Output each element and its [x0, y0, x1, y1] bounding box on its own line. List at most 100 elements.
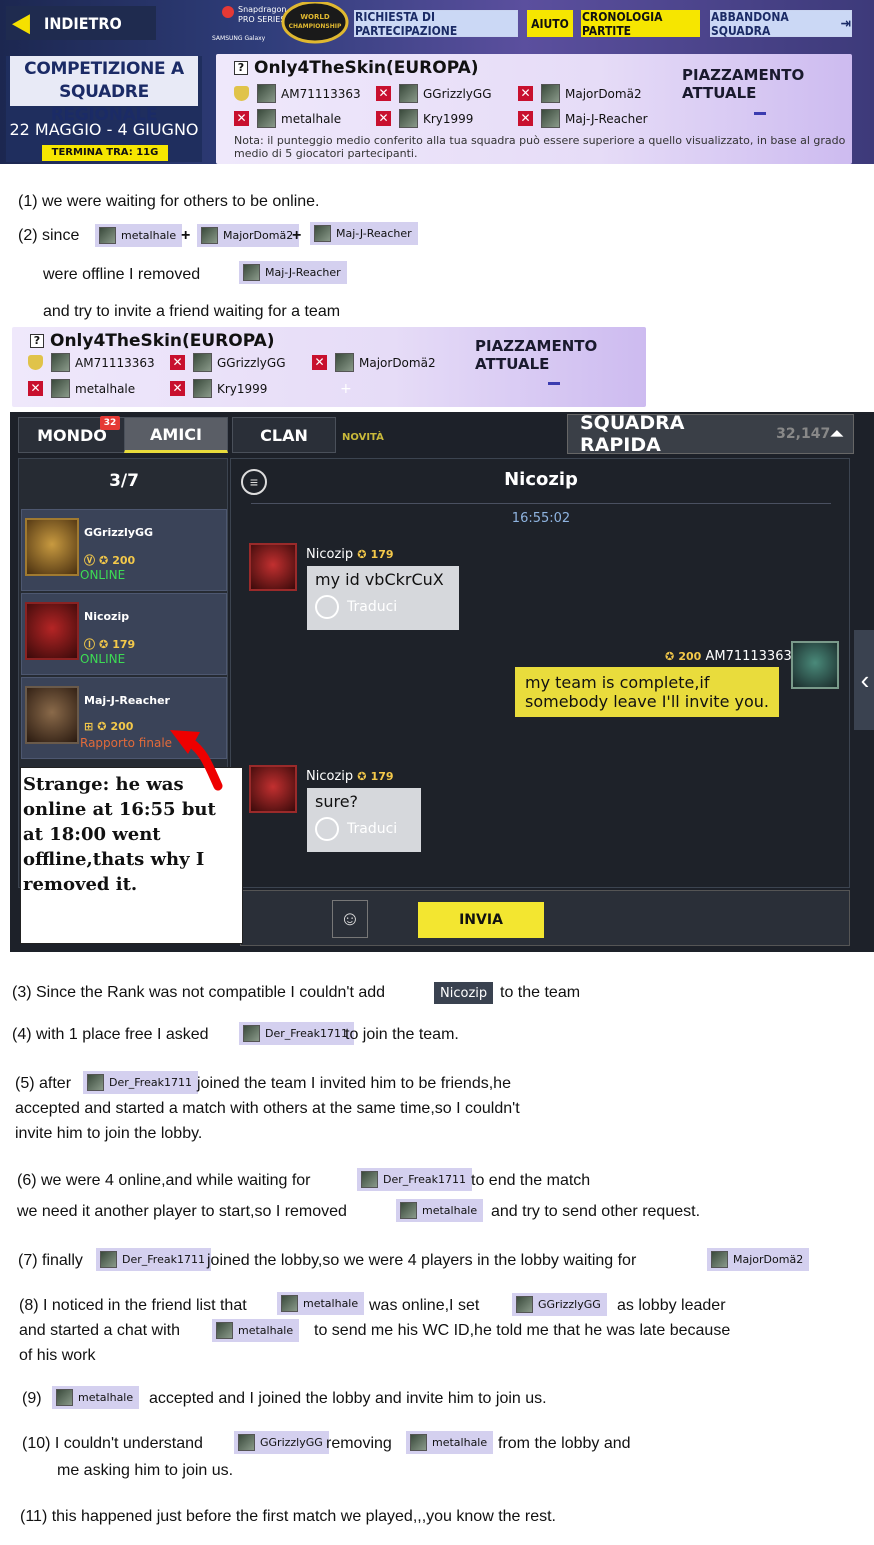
placement-value: [548, 382, 560, 385]
rank-value: 200: [110, 720, 134, 733]
match-history-button[interactable]: CRONOLOGIA PARTITE: [581, 10, 700, 38]
help-button[interactable]: AIUTO: [527, 10, 573, 37]
friend-status: Rapporto finale: [80, 736, 173, 750]
remove-icon[interactable]: ✕: [170, 355, 185, 370]
team-member[interactable]: ✕ GGrizzlyGG: [376, 84, 492, 103]
emoji-icon[interactable]: ☺: [332, 900, 368, 938]
back-button[interactable]: ◀ INDIETRO: [6, 6, 156, 40]
placement-value: [754, 112, 766, 115]
tab-clan[interactable]: CLAN: [232, 417, 336, 453]
member-name: MajorDomä2: [565, 86, 642, 101]
step-2-cont: were offline I removed: [43, 266, 201, 283]
globe-icon: [315, 595, 339, 619]
leave-team-button[interactable]: ABBANDONA SQUADRA ⇥: [710, 9, 852, 38]
player-chip-metalhale: metalhale: [212, 1319, 300, 1342]
step-10: (10) I couldn't understand: [22, 1435, 203, 1452]
my-message-bubble: my team is complete,if somebody leave I'…: [515, 667, 779, 717]
remove-icon[interactable]: ✕: [376, 111, 391, 126]
star-icon: ✪: [99, 637, 109, 651]
player-chip-metalhale: metalhale: [52, 1386, 140, 1409]
team-member[interactable]: ✕ GGrizzlyGG: [170, 353, 286, 372]
plus-sign: +: [181, 227, 191, 244]
star-icon: ✪: [99, 553, 109, 567]
author-rank: 179: [370, 770, 394, 783]
player-chip-ggrizzly: GGrizzlyGG: [234, 1431, 329, 1454]
rank-value: 200: [112, 553, 136, 567]
step-3-cont: to the team: [500, 984, 581, 1001]
chip-label: Der_Freak1711: [109, 1076, 192, 1089]
avatar: [711, 1251, 728, 1268]
player-chip-majjreacher: Maj-J-Reacher: [239, 261, 347, 284]
annotation-arrow-icon: [170, 730, 223, 791]
competition-timer: TERMINA TRA: 11G 18H: [42, 145, 168, 164]
avatar: [201, 227, 218, 244]
chat-title: Nicozip: [504, 469, 578, 490]
chip-label: metalhale: [238, 1324, 294, 1337]
step-6-cont: to end the match: [471, 1172, 591, 1189]
empty-slot[interactable]: +: [340, 381, 352, 397]
step-7: (7) finally: [18, 1252, 83, 1269]
remove-icon[interactable]: ✕: [518, 86, 533, 101]
avatar: [257, 109, 276, 128]
team-member[interactable]: ✕ Kry1999: [170, 379, 267, 398]
team-member[interactable]: ✕ MajorDomä2: [518, 84, 642, 103]
remove-icon[interactable]: ✕: [376, 86, 391, 101]
avatar: [99, 227, 116, 244]
svg-text:SAMSUNG Galaxy: SAMSUNG Galaxy: [212, 35, 266, 42]
remove-icon[interactable]: ✕: [234, 111, 249, 126]
step-5-cont2: accepted and started a match with others…: [15, 1100, 520, 1117]
remove-icon[interactable]: ✕: [170, 381, 185, 396]
translate-button[interactable]: Traduci: [315, 817, 413, 841]
friend-item[interactable]: Nicozip Ⓘ ✪ 179 ONLINE: [21, 593, 227, 675]
author-name: AM71113363: [705, 649, 792, 664]
participation-request-label: RICHIESTA DI PARTECIPAZIONE: [355, 9, 458, 38]
chip-label: metalhale: [121, 229, 177, 242]
quick-squad-label: SQUADRA RAPIDA: [580, 412, 685, 456]
team-panel-after-removal: ? Only4TheSkin(EUROPA) PIAZZAMENTO ATTUAL…: [12, 327, 646, 407]
leader-shield-icon: [28, 355, 43, 370]
participation-request-button[interactable]: RICHIESTA DI PARTECIPAZIONE: [354, 9, 518, 38]
team-member[interactable]: ✕ metalhale: [28, 379, 135, 398]
member-name: GGrizzlyGG: [423, 86, 492, 101]
team-member[interactable]: ✕ MajorDomä2: [312, 353, 436, 372]
collapse-icon[interactable]: ⏶: [830, 424, 843, 444]
remove-icon[interactable]: ✕: [312, 355, 327, 370]
message-author: Nicozip ✪ 179: [306, 769, 394, 784]
leave-team-label: ABBANDONA SQUADRA: [711, 9, 789, 38]
team-member[interactable]: ✕ Maj-J-Reacher: [518, 109, 648, 128]
team-member[interactable]: ✕ Kry1999: [376, 109, 473, 128]
team-member[interactable]: ✕ metalhale: [234, 109, 341, 128]
star-icon: ✪: [357, 548, 367, 561]
quick-squad-button[interactable]: SQUADRA RAPIDA 32,147 ⏶: [567, 412, 854, 456]
divider: [251, 503, 831, 504]
tournament-banner: ◀ INDIETRO Snapdragon PRO SERIES SAMSUNG…: [0, 0, 874, 164]
expand-arrow-icon[interactable]: ‹: [854, 630, 874, 730]
tab-amici[interactable]: AMICI: [124, 417, 228, 453]
rank-badge-icon: Ⓥ: [84, 554, 95, 567]
author-rank: 179: [370, 548, 394, 561]
chip-label: GGrizzlyGG: [538, 1298, 601, 1311]
chip-label: Der_Freak1711: [122, 1253, 205, 1266]
help-label: AIUTO: [531, 16, 569, 31]
avatar: [541, 84, 560, 103]
back-label: INDIETRO: [44, 13, 122, 33]
remove-icon[interactable]: ✕: [28, 381, 43, 396]
avatar: [100, 1251, 117, 1268]
step-5: (5) after: [15, 1075, 72, 1092]
member-name: Maj-J-Reacher: [565, 111, 648, 126]
chat-timestamp: 16:55:02: [511, 511, 571, 526]
avatar: [56, 1389, 73, 1406]
send-button[interactable]: INVIA: [418, 902, 544, 938]
member-name: GGrizzlyGG: [217, 355, 286, 370]
remove-icon[interactable]: ✕: [518, 111, 533, 126]
translate-button[interactable]: Traduci: [315, 595, 451, 619]
chip-label: metalhale: [78, 1391, 134, 1404]
friend-item[interactable]: GGrizzlyGG Ⓥ ✪ 200 ONLINE: [21, 509, 227, 591]
avatar: [25, 686, 79, 744]
friend-status: ONLINE: [80, 568, 126, 582]
avatar: [257, 84, 276, 103]
step-9: (9): [22, 1390, 42, 1407]
chip-label: metalhale: [303, 1297, 359, 1310]
team-note: Nota: il punteggio medio conferito alla …: [234, 134, 846, 160]
star-icon: ✪: [357, 770, 367, 783]
